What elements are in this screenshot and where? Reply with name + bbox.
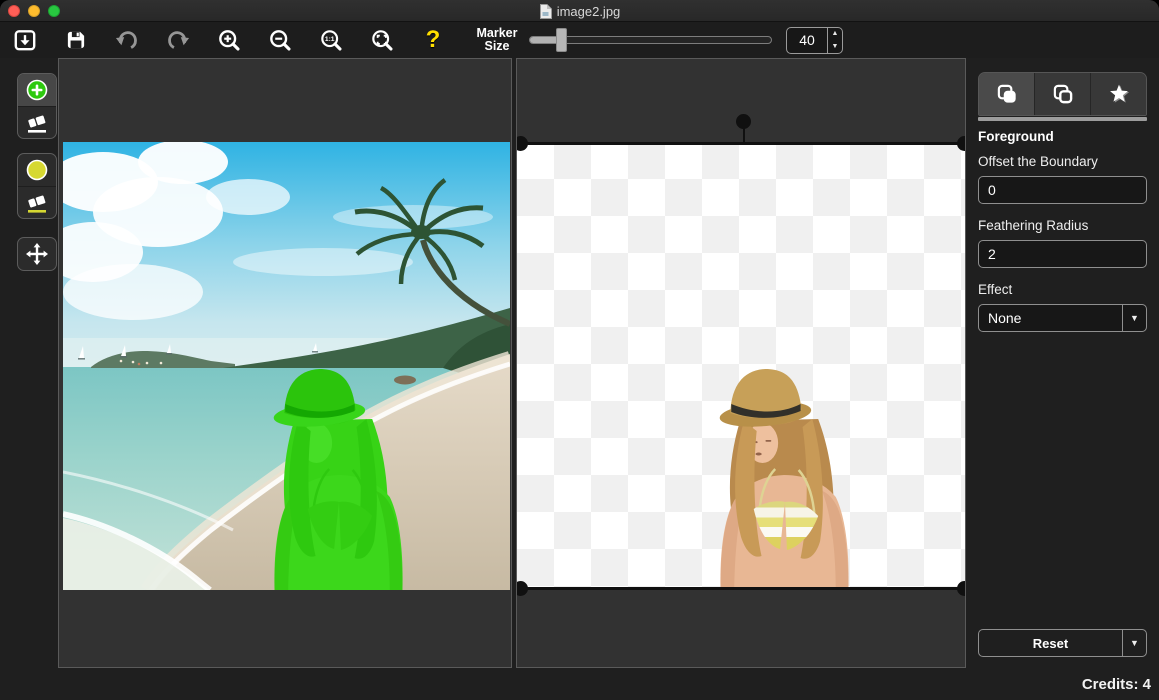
content-area: Foreground Offset the Boundary ▲ ▼ Feath… <box>0 58 1159 700</box>
zoom-out-icon <box>267 27 293 53</box>
reset-label: Reset <box>979 630 1122 656</box>
foreground-layers-icon <box>994 81 1020 107</box>
zoom-out-button[interactable] <box>259 24 301 56</box>
import-icon <box>12 27 38 53</box>
subject-cutout <box>701 363 867 590</box>
offset-boundary-spinbox: ▲ ▼ <box>978 176 1147 204</box>
erase-foreground-marker-button[interactable] <box>18 106 56 138</box>
eraser-yellow-icon <box>25 191 49 215</box>
tabs-underline <box>978 117 1147 121</box>
redo-button[interactable] <box>157 24 199 56</box>
properties-panel: Foreground Offset the Boundary ▲ ▼ Feath… <box>966 58 1159 700</box>
add-foreground-marker-button[interactable] <box>18 74 56 106</box>
erase-background-marker-button[interactable] <box>18 186 56 218</box>
result-image[interactable] <box>517 142 965 590</box>
background-tab[interactable] <box>1034 73 1090 115</box>
stepper-down-icon[interactable]: ▼ <box>828 40 842 53</box>
crop-handle-top-center[interactable] <box>736 114 751 129</box>
properties-tabs <box>978 72 1147 116</box>
effect-value: None <box>979 305 1122 331</box>
add-background-marker-button[interactable] <box>18 154 56 186</box>
document-icon <box>539 4 552 19</box>
marker-size-input[interactable] <box>787 28 827 53</box>
subject-green-overlay <box>255 363 421 590</box>
save-icon <box>63 27 89 53</box>
offset-boundary-input[interactable] <box>979 177 1147 203</box>
background-marker-group <box>17 153 57 219</box>
titlebar: image2.jpg <box>0 0 1159 22</box>
reset-button[interactable]: Reset ▼ <box>978 629 1147 657</box>
move-tool-group <box>17 237 57 271</box>
zoom-in-button[interactable] <box>208 24 250 56</box>
star-icon <box>1106 81 1132 107</box>
undo-icon <box>114 27 140 53</box>
import-button[interactable] <box>4 24 46 56</box>
app-window: image2.jpg <box>0 0 1159 700</box>
section-title: Foreground <box>978 129 1054 144</box>
foreground-tab[interactable] <box>979 73 1034 115</box>
foreground-marker-group <box>17 73 57 139</box>
save-button[interactable] <box>55 24 97 56</box>
move-arrows-icon <box>25 242 49 266</box>
crop-boundary-bottom[interactable] <box>517 587 965 590</box>
help-icon: ? <box>426 27 441 53</box>
stepper-up-icon[interactable]: ▲ <box>828 28 842 41</box>
undo-button[interactable] <box>106 24 148 56</box>
source-image[interactable] <box>63 142 510 590</box>
yellow-circle-icon <box>25 158 49 182</box>
main-toolbar: 1:1 ? Marker Size ▲ ▼ <box>0 22 1159 58</box>
move-tool-button[interactable] <box>18 238 56 270</box>
slider-thumb[interactable] <box>556 28 567 52</box>
effects-tab[interactable] <box>1090 73 1146 115</box>
feathering-radius-spinbox: ▲ ▼ <box>978 240 1147 268</box>
feathering-radius-label: Feathering Radius <box>978 218 1088 233</box>
chevron-down-icon[interactable]: ▼ <box>1122 630 1146 656</box>
effect-dropdown[interactable]: None ▼ <box>978 304 1147 332</box>
zoom-in-icon <box>216 27 242 53</box>
offset-boundary-label: Offset the Boundary <box>978 154 1098 169</box>
fit-screen-button[interactable] <box>361 24 403 56</box>
marker-size-stepper: ▲ ▼ <box>786 27 843 54</box>
source-canvas-panel <box>58 58 512 668</box>
fit-screen-icon <box>369 27 395 53</box>
background-layers-icon <box>1050 81 1076 107</box>
crop-handle-top-right[interactable] <box>957 136 966 151</box>
crop-handle-bottom-right[interactable] <box>957 581 966 596</box>
chevron-down-icon[interactable]: ▼ <box>1122 305 1146 331</box>
green-plus-icon <box>25 78 49 102</box>
result-canvas-panel <box>516 58 966 668</box>
svg-text:1:1: 1:1 <box>325 36 335 43</box>
feathering-radius-input[interactable] <box>979 241 1147 267</box>
actual-size-button[interactable]: 1:1 <box>310 24 352 56</box>
marker-size-label: Marker Size <box>471 27 523 53</box>
actual-size-icon: 1:1 <box>318 27 344 53</box>
crop-boundary-top[interactable] <box>517 142 965 145</box>
crop-handle-bottom-left[interactable] <box>516 581 528 596</box>
credits-label: Credits: 4 <box>1082 676 1151 693</box>
marker-size-slider[interactable] <box>529 28 772 52</box>
help-button[interactable]: ? <box>412 24 454 56</box>
eraser-white-icon <box>25 111 49 135</box>
effect-label: Effect <box>978 282 1012 297</box>
window-title-text: image2.jpg <box>557 4 621 19</box>
redo-icon <box>165 27 191 53</box>
window-title: image2.jpg <box>0 0 1159 22</box>
